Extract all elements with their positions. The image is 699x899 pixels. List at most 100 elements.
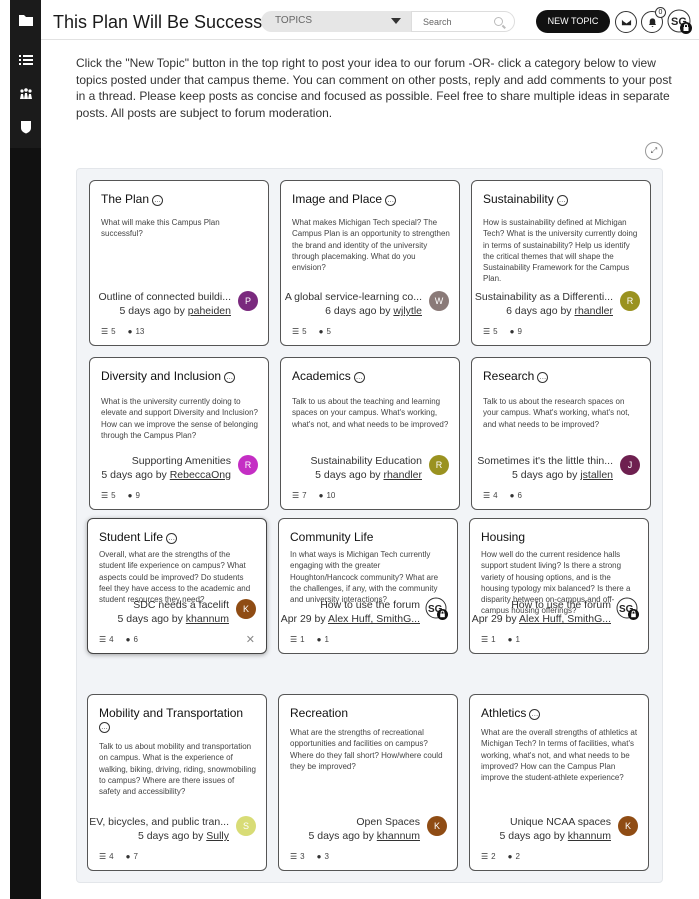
posts-count: 5 — [326, 327, 331, 336]
category-card[interactable]: Student Life… Overall, what are the stren… — [87, 518, 267, 654]
info-icon[interactable]: … — [224, 372, 236, 383]
author-link[interactable]: khannum — [377, 830, 420, 842]
user-avatar[interactable]: K — [618, 816, 638, 836]
author-link[interactable]: Alex Huff, SmithG... — [519, 613, 611, 625]
latest-topic-link[interactable]: Sustainability as a Differenti... — [475, 291, 613, 303]
comment-icon: ● — [507, 635, 513, 644]
category-card[interactable]: Diversity and Inclusion… What is the univ… — [89, 357, 269, 510]
meta-time: 5 days ago by — [101, 469, 170, 481]
notifications-button[interactable]: 0 — [641, 7, 666, 33]
category-card[interactable]: Recreation What are the strengths of recr… — [278, 694, 458, 871]
author-link[interactable]: Sully — [206, 830, 229, 842]
author-link[interactable]: khannum — [186, 613, 229, 625]
meta-time: 5 days ago by — [308, 830, 377, 842]
posts-count: 7 — [133, 852, 138, 861]
comment-icon: ● — [127, 327, 133, 336]
comment-icon: ● — [318, 327, 324, 336]
posts-stat: ● 6 — [510, 491, 522, 500]
author-link[interactable]: khannum — [568, 830, 611, 842]
card-stats: ☰ 5 ● 13 — [101, 327, 156, 336]
latest-topic-link[interactable]: A global service-learning co... — [285, 291, 422, 303]
category-card[interactable]: Academics… Talk to us about the teaching … — [280, 357, 460, 510]
card-title-text: Community Life — [290, 530, 374, 544]
card-title: Community Life — [290, 530, 449, 545]
latest-topic-meta: 5 days ago by paheiden — [119, 305, 231, 317]
info-icon[interactable]: … — [556, 195, 568, 206]
list-icon[interactable] — [10, 46, 41, 74]
category-card[interactable]: Mobility and Transportation … Talk to us a… — [87, 694, 267, 871]
topics-stat: ☰ 2 — [481, 852, 496, 861]
latest-topic-meta: Apr 29 by Alex Huff, SmithG... — [472, 613, 611, 625]
shield-icon[interactable] — [10, 113, 41, 141]
topics-stat: ☰ 4 — [483, 491, 498, 500]
user-avatar[interactable]: SG — [667, 9, 693, 35]
topics-stat: ☰ 1 — [290, 635, 305, 644]
info-icon[interactable]: … — [529, 709, 541, 720]
user-avatar[interactable]: K — [427, 816, 447, 836]
user-avatar[interactable]: P — [238, 291, 258, 311]
card-stats: ☰ 5 ● 5 — [292, 327, 343, 336]
latest-topic-link[interactable]: Outline of connected buildi... — [98, 291, 231, 303]
category-card[interactable]: Athletics… What are the overall strengths… — [469, 694, 649, 871]
latest-topic-link[interactable]: Supporting Amenities — [132, 455, 231, 467]
author-link[interactable]: RebeccaOng — [170, 469, 231, 481]
card-title-text: Recreation — [290, 706, 349, 720]
category-card[interactable]: Research… Talk to us about the research s… — [471, 357, 651, 510]
latest-topic-link[interactable]: EV, bicycles, and public tran... — [89, 816, 229, 828]
category-card[interactable]: Community Life In what ways is Michigan T… — [278, 518, 458, 654]
author-link[interactable]: paheiden — [188, 305, 231, 317]
category-card[interactable]: Housing How well do the current residence… — [469, 518, 649, 654]
author-link[interactable]: rhandler — [383, 469, 422, 481]
card-stats: ☰ 3 ● 3 — [290, 852, 341, 861]
header: This Plan Will Be Successful... TOPICS S… — [41, 0, 699, 40]
new-topic-button[interactable]: NEW TOPIC — [536, 10, 610, 33]
author-link[interactable]: jstallen — [580, 469, 613, 481]
category-card[interactable]: Sustainability… How is sustainability def… — [471, 180, 651, 346]
latest-topic-link[interactable]: Unique NCAA spaces — [510, 816, 611, 828]
info-icon[interactable]: … — [99, 722, 110, 733]
user-avatar[interactable]: R — [238, 455, 258, 475]
user-avatar[interactable]: SG — [616, 597, 640, 621]
close-icon[interactable]: ✕ — [246, 633, 255, 646]
card-title: Academics… — [292, 369, 451, 384]
category-card[interactable]: The Plan… What will make this Campus Plan… — [89, 180, 269, 346]
topics-count: 4 — [493, 491, 498, 500]
info-icon[interactable]: … — [537, 372, 549, 383]
user-avatar[interactable]: R — [620, 291, 640, 311]
user-avatar[interactable]: J — [620, 455, 640, 475]
meta-time: 5 days ago by — [315, 469, 384, 481]
info-icon[interactable]: … — [353, 372, 365, 383]
user-avatar[interactable]: SG — [425, 597, 449, 621]
messages-button[interactable] — [615, 11, 637, 33]
collapse-icon[interactable]: ⤢ — [645, 142, 663, 160]
search-input[interactable]: Search — [411, 11, 515, 32]
comment-icon: ● — [316, 852, 322, 861]
folder-icon[interactable] — [10, 6, 41, 34]
info-icon[interactable]: … — [152, 195, 164, 206]
author-link[interactable]: rhandler — [574, 305, 613, 317]
user-avatar[interactable]: R — [429, 455, 449, 475]
info-icon[interactable]: … — [385, 195, 397, 206]
info-icon[interactable]: … — [166, 533, 178, 544]
topics-count: 4 — [109, 852, 114, 861]
user-avatar[interactable]: K — [236, 599, 256, 619]
user-avatar[interactable]: W — [429, 291, 449, 311]
latest-topic-link[interactable]: SDC needs a facelift — [133, 599, 229, 611]
latest-topic-link[interactable]: How to use the forum — [320, 599, 420, 611]
latest-topic-link[interactable]: Sustainability Education — [311, 455, 423, 467]
people-icon[interactable] — [10, 80, 41, 108]
latest-topic-link[interactable]: How to use the forum — [511, 599, 611, 611]
posts-count: 9 — [135, 491, 140, 500]
author-link[interactable]: Alex Huff, SmithG... — [328, 613, 420, 625]
latest-topic-meta: 5 days ago by khannum — [309, 830, 421, 842]
topics-list-icon: ☰ — [99, 635, 107, 644]
card-title: Diversity and Inclusion… — [101, 369, 260, 384]
topics-list-icon: ☰ — [481, 852, 489, 861]
topics-count: 7 — [302, 491, 307, 500]
topics-select[interactable]: TOPICS — [261, 11, 411, 32]
latest-topic-link[interactable]: Sometimes it's the little thin... — [477, 455, 613, 467]
category-card[interactable]: Image and Place… What makes Michigan Tech… — [280, 180, 460, 346]
latest-topic-link[interactable]: Open Spaces — [356, 816, 420, 828]
author-link[interactable]: wjlytle — [393, 305, 422, 317]
user-avatar[interactable]: S — [236, 816, 256, 836]
